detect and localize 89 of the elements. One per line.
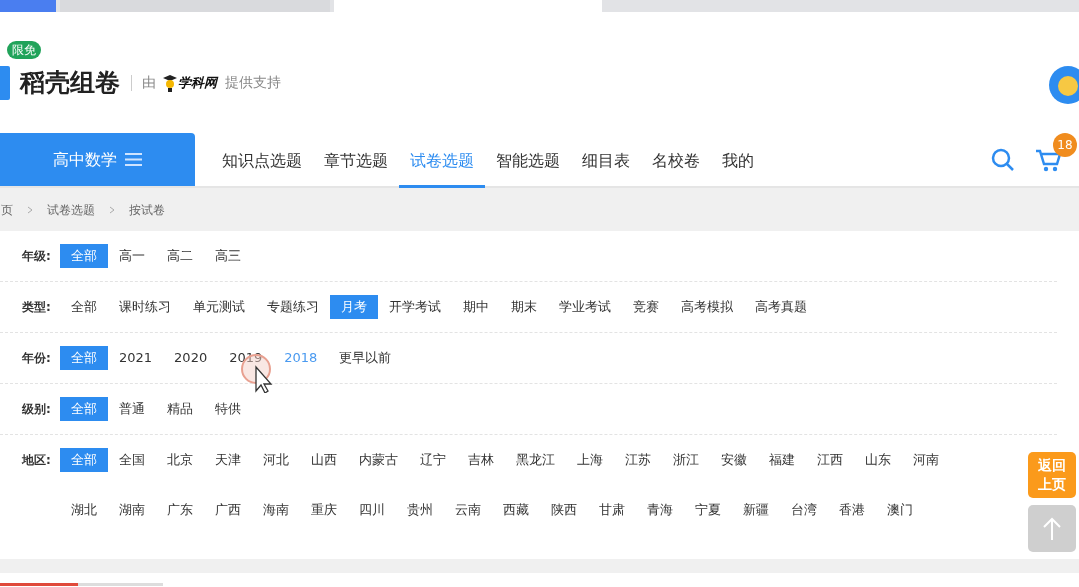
filter-option[interactable]: 课时练习 bbox=[108, 295, 182, 319]
filter-label: 类型: bbox=[22, 299, 52, 316]
filter-label: 地区: bbox=[22, 452, 52, 469]
scroll-top-button[interactable] bbox=[1028, 505, 1076, 552]
filter-option[interactable]: 安徽 bbox=[710, 448, 758, 472]
nav-tab[interactable]: 名校卷 bbox=[641, 133, 711, 188]
filter-option[interactable]: 2021 bbox=[108, 346, 164, 370]
filter-option[interactable]: 河南 bbox=[902, 448, 950, 472]
filter-option[interactable]: 普通 bbox=[108, 397, 156, 421]
avatar-icon[interactable] bbox=[1049, 66, 1079, 104]
nav-tab[interactable]: 细目表 bbox=[571, 133, 641, 188]
breadcrumb-link[interactable]: 页 bbox=[1, 200, 13, 219]
filter-option[interactable]: 海南 bbox=[252, 498, 300, 522]
filter-option[interactable]: 吉林 bbox=[457, 448, 505, 472]
filter-option[interactable]: 特供 bbox=[204, 397, 252, 421]
filter-option[interactable]: 西藏 bbox=[492, 498, 540, 522]
nav-tab[interactable]: 知识点选题 bbox=[211, 133, 313, 188]
filter-option[interactable]: 单元测试 bbox=[182, 295, 256, 319]
filter-option[interactable]: 广东 bbox=[156, 498, 204, 522]
search-icon[interactable] bbox=[991, 147, 1015, 172]
filter-label: 年级: bbox=[22, 248, 52, 265]
support-text: 提供支持 bbox=[225, 73, 281, 92]
browser-tab[interactable] bbox=[334, 0, 602, 12]
chevron-right-icon bbox=[109, 205, 115, 214]
cart-icon[interactable] bbox=[1035, 147, 1063, 172]
breadcrumb-link[interactable]: 试卷选题 bbox=[47, 200, 95, 219]
subject-label: 高中数学 bbox=[53, 148, 117, 171]
filter-option[interactable]: 高考真题 bbox=[744, 295, 818, 319]
filter-option[interactable]: 香港 bbox=[828, 498, 876, 522]
chevron-right-icon bbox=[27, 205, 33, 214]
filter-option[interactable]: 高考模拟 bbox=[670, 295, 744, 319]
up-arrow-icon bbox=[1042, 516, 1062, 541]
filter-option[interactable]: 学业考试 bbox=[548, 295, 622, 319]
filter-option[interactable]: 高二 bbox=[156, 244, 204, 268]
filter-option[interactable]: 山东 bbox=[854, 448, 902, 472]
filter-option[interactable]: 湖南 bbox=[108, 498, 156, 522]
filter-option[interactable]: 青海 bbox=[636, 498, 684, 522]
logo-icon bbox=[0, 66, 10, 100]
filter-option[interactable]: 竞赛 bbox=[622, 295, 670, 319]
filter-label: 年份: bbox=[22, 350, 52, 367]
nav-tab[interactable]: 章节选题 bbox=[313, 133, 399, 188]
filter-label: 级别: bbox=[22, 401, 52, 418]
filter-option[interactable]: 新疆 bbox=[732, 498, 780, 522]
filter-option[interactable]: 湖北 bbox=[60, 498, 108, 522]
partner-logo: 学科网 bbox=[178, 73, 217, 92]
filter-option[interactable]: 陕西 bbox=[540, 498, 588, 522]
filter-option[interactable]: 2020 bbox=[163, 346, 219, 370]
filter-option[interactable]: 辽宁 bbox=[409, 448, 457, 472]
filter-option[interactable]: 精品 bbox=[156, 397, 204, 421]
filter-option[interactable]: 台湾 bbox=[780, 498, 828, 522]
filter-option[interactable]: 江苏 bbox=[614, 448, 662, 472]
mascot-icon bbox=[162, 73, 178, 92]
filter-option[interactable]: 黑龙江 bbox=[505, 448, 566, 472]
filter-option[interactable]: 期中 bbox=[452, 295, 500, 319]
filter-option[interactable]: 全国 bbox=[108, 448, 156, 472]
filter-option[interactable]: 高三 bbox=[204, 244, 252, 268]
site-title: 稻壳组卷 bbox=[20, 66, 120, 99]
filter-option[interactable]: 期末 bbox=[500, 295, 548, 319]
filter-option[interactable]: 山西 bbox=[300, 448, 348, 472]
filter-option[interactable]: 澳门 bbox=[876, 498, 924, 522]
cart-count-badge: 18 bbox=[1053, 132, 1077, 157]
nav-tab[interactable]: 智能选题 bbox=[485, 133, 571, 188]
filter-option[interactable]: 高一 bbox=[108, 244, 156, 268]
filter-option[interactable]: 甘肃 bbox=[588, 498, 636, 522]
filter-option[interactable]: 更早以前 bbox=[328, 346, 403, 370]
filter-option[interactable]: 开学考试 bbox=[378, 295, 452, 319]
filter-option[interactable]: 全部 bbox=[60, 295, 108, 319]
filter-option[interactable]: 江西 bbox=[806, 448, 854, 472]
browser-tab[interactable] bbox=[0, 0, 56, 12]
filter-option[interactable]: 浙江 bbox=[662, 448, 710, 472]
filter-option[interactable]: 北京 bbox=[156, 448, 204, 472]
nav-tab[interactable]: 我的 bbox=[711, 133, 765, 188]
filter-option[interactable]: 四川 bbox=[348, 498, 396, 522]
filter-option[interactable]: 广西 bbox=[204, 498, 252, 522]
filter-option[interactable]: 福建 bbox=[758, 448, 806, 472]
filter-option[interactable]: 专题练习 bbox=[256, 295, 330, 319]
menu-icon bbox=[125, 153, 142, 166]
filter-option[interactable]: 贵州 bbox=[396, 498, 444, 522]
free-badge: 限免 bbox=[7, 41, 41, 59]
filter-option[interactable]: 天津 bbox=[204, 448, 252, 472]
filter-option[interactable]: 内蒙古 bbox=[348, 448, 409, 472]
filter-option[interactable]: 上海 bbox=[566, 448, 614, 472]
breadcrumb-link[interactable]: 按试卷 bbox=[129, 200, 165, 219]
filter-option[interactable]: 河北 bbox=[252, 448, 300, 472]
filter-option[interactable]: 云南 bbox=[444, 498, 492, 522]
by-text: 由 bbox=[142, 73, 156, 92]
filter-option[interactable]: 重庆 bbox=[300, 498, 348, 522]
filter-option[interactable]: 宁夏 bbox=[684, 498, 732, 522]
browser-tab[interactable] bbox=[60, 0, 330, 12]
